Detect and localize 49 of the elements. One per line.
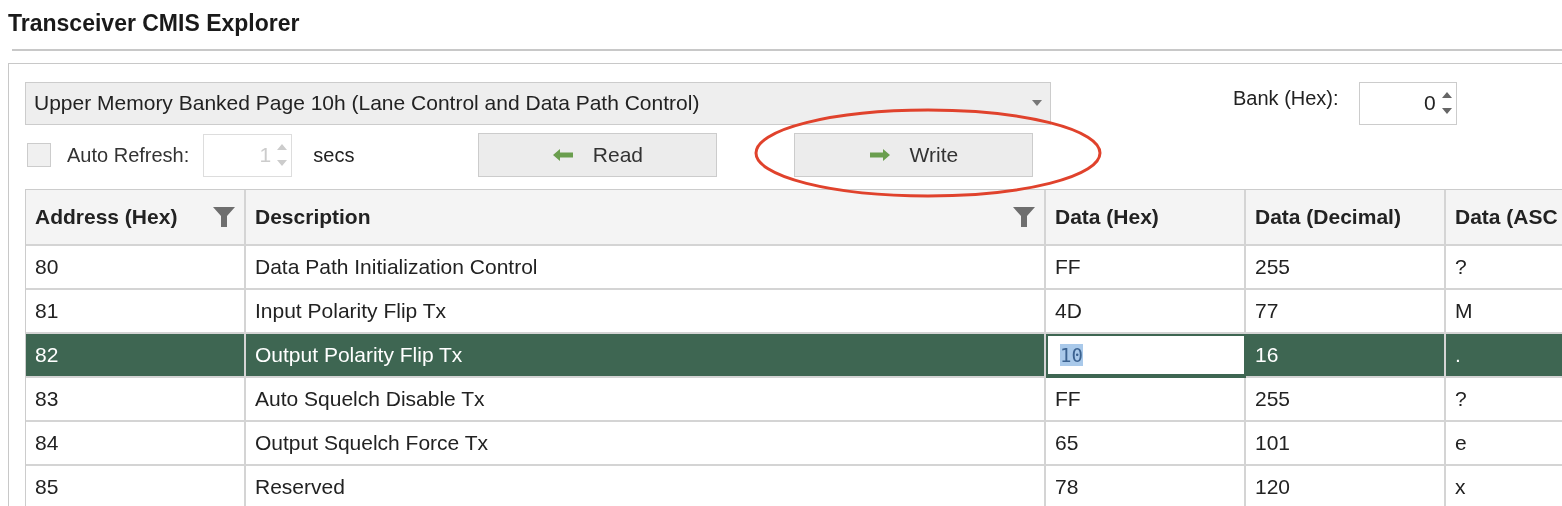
spin-arrows-icon[interactable] [1441,90,1452,116]
column-header[interactable]: Address (Hex) [26,190,246,246]
table-cell: 120 [1246,466,1446,506]
bank-spinner[interactable]: 0 [1358,81,1457,125]
table-cell: Data Path Initialization Control [246,246,1046,290]
table-cell: ? [1446,378,1562,422]
right-arrow-icon [869,149,890,161]
page-dropdown[interactable]: Upper Memory Banked Page 10h (Lane Control and Data Path Control) [25,81,1051,125]
table-cell: e [1446,422,1562,466]
table-cell: 82 [26,334,246,378]
read-button[interactable]: Read [478,133,718,177]
column-header[interactable]: Data (Decimal) [1246,190,1446,246]
table-cell: Output Polarity Flip Tx [246,334,1046,378]
table-cell: 101 [1246,422,1446,466]
write-button[interactable]: Write [794,133,1034,177]
column-header[interactable]: Data (ASC [1446,190,1562,246]
table-cell: 65 [1046,422,1246,466]
table-row[interactable]: 83 Auto Squelch Disable Tx FF 255 ? [26,378,1562,422]
table-cell: 80 [26,246,246,290]
window-title: Transceiver CMIS Explorer [7,9,301,38]
filter-icon[interactable] [1013,206,1035,228]
column-header[interactable]: Description [246,190,1046,246]
table-cell: 84 [26,422,246,466]
table-row[interactable]: 85 Reserved 78 120 x [26,466,1562,506]
table-cell: 85 [26,466,246,506]
table-cell: Output Squelch Force Tx [246,422,1046,466]
table-cell: ? [1446,246,1562,290]
table-cell: Auto Squelch Disable Tx [246,378,1046,422]
table-cell: 16 [1246,334,1446,378]
table-cell: 255 [1246,378,1446,422]
table-cell: FF [1046,378,1246,422]
column-header[interactable]: Data (Hex) [1046,190,1246,246]
table-row[interactable]: 84 Output Squelch Force Tx 65 101 e [26,422,1562,466]
table-row[interactable]: 80 Data Path Initialization Control FF 255 ? [26,246,1562,290]
table-cell: x [1446,466,1562,506]
table-cell: 255 [1246,246,1446,290]
filter-icon[interactable] [213,206,235,228]
selected-table-row[interactable]: 82 Output Polarity Flip Tx 10 16 . [26,334,1562,378]
table-cell: FF [1046,246,1246,290]
dropdown-caret-icon[interactable] [1032,100,1042,106]
table-cell: 78 [1046,466,1246,506]
left-arrow-icon [552,149,573,161]
table-cell: . [1446,334,1562,378]
unit-label: secs [313,143,355,167]
hex-edit-field[interactable]: 10 [1047,335,1245,375]
table-cell: Reserved [246,466,1046,506]
bank-label: Bank (Hex): [1233,87,1339,110]
auto-refresh-label: Auto Refresh: [67,143,190,167]
table-cell: 83 [26,378,246,422]
